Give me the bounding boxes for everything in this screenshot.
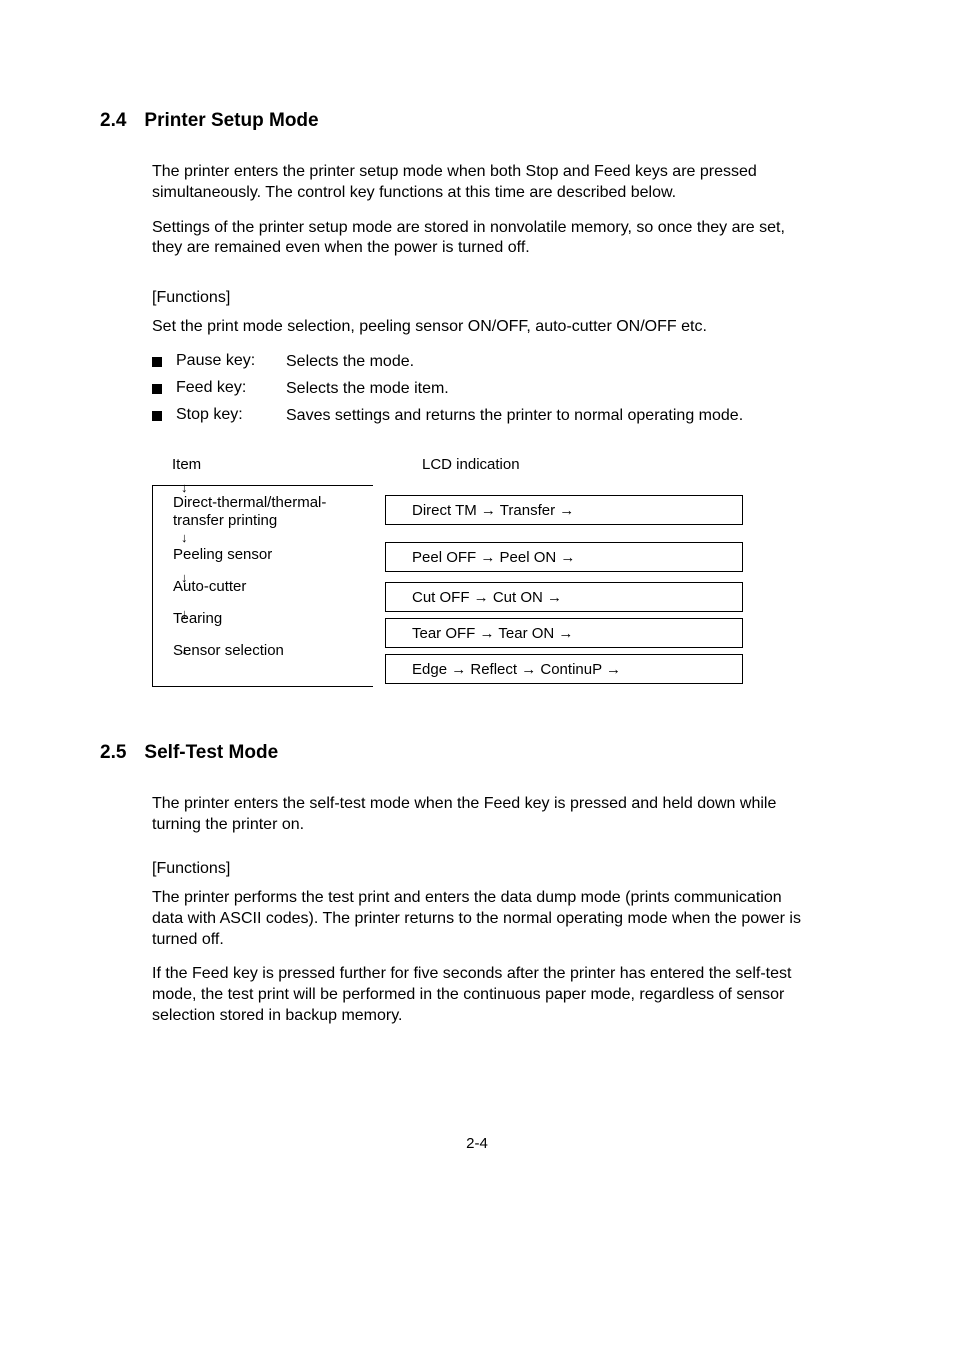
section-number: 2.4 [100, 110, 126, 132]
lcd-box: Edge → Reflect → ContinuP → [385, 654, 743, 684]
functions-label: [Functions] [152, 289, 814, 307]
table-header-item: Item [152, 456, 392, 473]
setup-mode-diagram: Item LCD indication ↓ Direct-thermal/the… [152, 456, 854, 687]
para: The printer performs the test print and … [152, 888, 814, 950]
lcd-value: Tear OFF → Tear ON → [412, 625, 573, 642]
section-header-25: 2.5 Self-Test Mode [100, 742, 854, 764]
para: Settings of the printer setup mode are s… [152, 218, 814, 260]
item-entry: Direct-thermal/thermal-transfer printing [153, 486, 373, 532]
item-entry: Peeling sensor [153, 532, 373, 566]
bullet-icon [152, 411, 162, 421]
lcd-box: Direct TM → Transfer → [385, 495, 743, 525]
lcd-box: Tear OFF → Tear ON → [385, 618, 743, 648]
lcd-value: Peel OFF → Peel ON → [412, 549, 575, 566]
key-desc: Selects the mode item. [286, 379, 814, 400]
para: The printer enters the self-test mode wh… [152, 794, 814, 836]
key-row: Stop key: Saves settings and returns the… [152, 406, 814, 427]
bullet-icon [152, 384, 162, 394]
table-header-lcd: LCD indication [392, 456, 520, 473]
para: If the Feed key is pressed further for f… [152, 964, 814, 1026]
item-entry: Sensor selection [153, 630, 373, 670]
bullet-icon [152, 357, 162, 367]
key-row: Feed key: Selects the mode item. [152, 379, 814, 400]
key-desc: Selects the mode. [286, 352, 814, 373]
lcd-box: Cut OFF → Cut ON → [385, 582, 743, 612]
section-title: Self-Test Mode [144, 742, 278, 764]
functions-desc: Set the print mode selection, peeling se… [152, 317, 814, 338]
key-list: Pause key: Selects the mode. Feed key: S… [152, 352, 814, 426]
key-name: Stop key: [176, 406, 286, 424]
functions-label: [Functions] [152, 860, 814, 878]
key-name: Feed key: [176, 379, 286, 397]
key-row: Pause key: Selects the mode. [152, 352, 814, 373]
section-title: Printer Setup Mode [144, 110, 318, 132]
key-name: Pause key: [176, 352, 286, 370]
lcd-box: Peel OFF → Peel ON → [385, 542, 743, 572]
section-number: 2.5 [100, 742, 126, 764]
lcd-value: Edge → Reflect → ContinuP → [412, 661, 621, 678]
lcd-value: Cut OFF → Cut ON → [412, 589, 562, 606]
lcd-column: Direct TM → Transfer → Peel OFF → Peel O… [373, 485, 854, 687]
para: The printer enters the printer setup mod… [152, 162, 814, 204]
page-number: 2-4 [0, 1135, 954, 1152]
item-entry: Tearing [153, 598, 373, 630]
section-header-24: 2.4 Printer Setup Mode [100, 110, 854, 132]
lcd-value: Direct TM → Transfer → [412, 502, 574, 519]
key-desc: Saves settings and returns the printer t… [286, 406, 814, 427]
items-column: ↓ Direct-thermal/thermal-transfer printi… [152, 485, 373, 687]
item-entry: Auto-cutter [153, 566, 373, 598]
